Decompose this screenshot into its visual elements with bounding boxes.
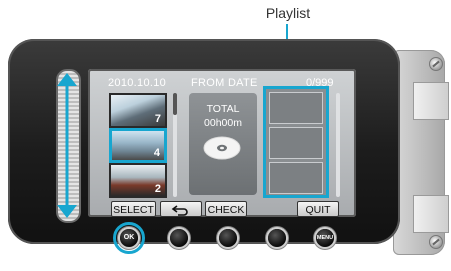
thumbnail-3[interactable]: 2	[109, 163, 167, 198]
playlist-slot-2[interactable]	[269, 127, 323, 159]
hardware-button-3[interactable]	[219, 229, 237, 247]
select-button[interactable]: SELECT	[111, 201, 156, 217]
playlist-slot-3[interactable]	[269, 162, 323, 194]
lcd-date: 2010.10.10	[108, 77, 167, 89]
hardware-button-2[interactable]	[170, 229, 188, 247]
disc-icon	[203, 136, 241, 160]
check-button[interactable]: CHECK	[205, 201, 247, 217]
up-down-arrow-icon	[57, 73, 77, 218]
playlist-area[interactable]	[263, 86, 329, 198]
thumbnail-scrollbar-knob[interactable]	[173, 93, 177, 115]
hinge-flap-bottom	[413, 195, 449, 233]
thumbnail-1[interactable]: 7	[109, 93, 167, 128]
thumbnail-2-selected[interactable]: 4	[109, 128, 167, 163]
screw-icon	[429, 57, 443, 71]
menu-button[interactable]: MENU	[316, 229, 334, 247]
ok-label: OK	[123, 234, 135, 241]
thumbnail-number: 2	[154, 183, 161, 195]
hinge-flap-top	[413, 82, 449, 120]
return-arrow-icon	[171, 205, 188, 217]
thumbnail-number: 7	[154, 113, 161, 125]
back-button[interactable]	[160, 201, 202, 217]
playlist-callout-label: Playlist	[265, 5, 311, 21]
playlist-scrollbar[interactable]	[336, 93, 340, 197]
menu-label: MENU	[316, 235, 334, 241]
total-time: 00h00m	[204, 117, 242, 129]
total-label: TOTAL	[206, 103, 240, 115]
playlist-slot-1[interactable]	[269, 92, 323, 124]
thumbnail-number: 4	[153, 147, 160, 159]
screw-icon	[429, 235, 443, 249]
quit-button[interactable]: QUIT	[297, 201, 339, 217]
lcd-mode-title: FROM DATE	[191, 77, 258, 89]
hardware-button-4[interactable]	[268, 229, 286, 247]
camera-side-hinge	[393, 50, 449, 255]
ok-button[interactable]: OK	[120, 229, 138, 247]
